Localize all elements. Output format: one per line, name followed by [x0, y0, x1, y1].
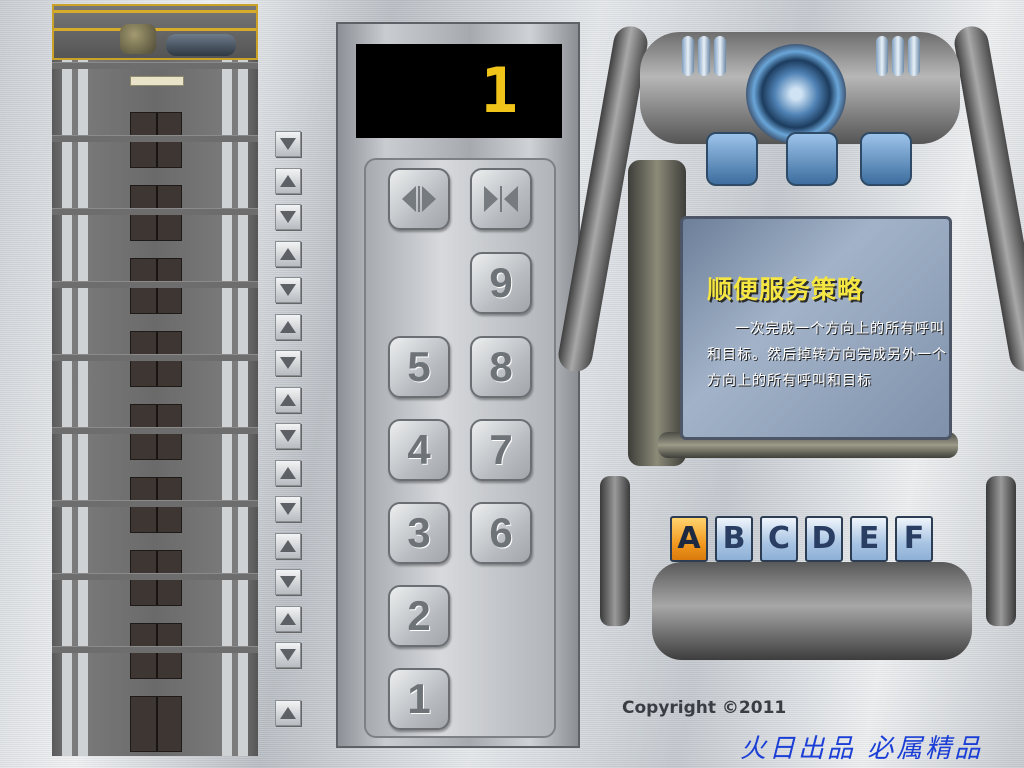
strategy-title: 顺便服务策略 [707, 275, 864, 304]
machine-body [652, 562, 972, 660]
arrow-up-icon [280, 175, 296, 187]
strategy-button-d[interactable]: D [805, 516, 843, 562]
arrow-down-icon [280, 503, 296, 515]
door-open-button[interactable] [388, 168, 450, 230]
car-floor-button-6[interactable]: 6 [470, 502, 532, 564]
car-floor-button-7[interactable]: 7 [470, 419, 532, 481]
floor-slab [52, 646, 258, 653]
hall-call-down-floor-6[interactable] [275, 350, 301, 376]
left-tower-icon [600, 476, 630, 626]
car-operating-panel: 1 9 5 8 4 7 3 6 2 1 [336, 22, 580, 748]
arrow-down-icon [280, 357, 296, 369]
building-tower [52, 60, 258, 756]
arrow-down-icon [280, 649, 296, 661]
floor-slab [52, 500, 258, 507]
current-floor-readout: 1 [480, 54, 520, 127]
tank-icon [860, 132, 912, 186]
hall-call-down-floor-8[interactable] [275, 204, 301, 230]
arrow-up-icon [280, 321, 296, 333]
strategy-button-c[interactable]: C [760, 516, 798, 562]
hall-call-up-floor-6[interactable] [275, 314, 301, 340]
machine-room-rail [54, 10, 256, 13]
arrow-up-icon [280, 613, 296, 625]
building-nameplate [130, 76, 184, 86]
hoist-icon [166, 34, 236, 56]
cylinder-icon [682, 36, 694, 76]
floor-slab [52, 208, 258, 215]
arrow-down-icon [280, 430, 296, 442]
tank-icon [786, 132, 838, 186]
car-floor-button-1[interactable]: 1 [388, 668, 450, 730]
hall-call-down-floor-3[interactable] [275, 569, 301, 595]
right-tower-icon [986, 476, 1016, 626]
car-floor-button-8[interactable]: 8 [470, 336, 532, 398]
copyright-text: Copyright ©2011 [622, 698, 787, 718]
floor-slab [52, 62, 258, 69]
hall-call-up-floor-5[interactable] [275, 387, 301, 413]
car-floor-button-5[interactable]: 5 [388, 336, 450, 398]
door-close-button[interactable] [470, 168, 532, 230]
arrow-down-icon [280, 211, 296, 223]
landing-door-floor-1 [130, 696, 182, 752]
arrow-down-icon [280, 284, 296, 296]
floor-slab [52, 573, 258, 580]
cylinder-icon [714, 36, 726, 76]
arrow-up-icon [280, 467, 296, 479]
hall-call-down-floor-5[interactable] [275, 423, 301, 449]
arrow-up-icon [280, 540, 296, 552]
hall-call-down-floor-7[interactable] [275, 277, 301, 303]
arrow-down-icon [280, 576, 296, 588]
strategy-description: 一次完成一个方向上的所有呼叫和目标。然后掉转方向完成另外一个方向上的所有呼叫和目… [707, 321, 947, 389]
strategy-button-a[interactable]: A [670, 516, 708, 562]
hall-call-down-floor-9[interactable] [275, 131, 301, 157]
arrow-up-icon [280, 707, 296, 719]
hall-call-down-floor-2[interactable] [275, 642, 301, 668]
strategy-button-b[interactable]: B [715, 516, 753, 562]
building-shaft [52, 0, 258, 756]
cylinder-icon [892, 36, 904, 76]
car-floor-button-4[interactable]: 4 [388, 419, 450, 481]
dial-icon [746, 44, 846, 144]
car-floor-button-2[interactable]: 2 [388, 585, 450, 647]
bottom-machine-decoration [600, 470, 1016, 670]
cylinder-icon [698, 36, 710, 76]
hall-call-down-floor-4[interactable] [275, 496, 301, 522]
arrow-down-icon [280, 138, 296, 150]
motor-icon [120, 24, 156, 54]
floor-display: 1 [356, 44, 562, 138]
pipe-decoration [628, 160, 686, 466]
floor-slab [52, 135, 258, 142]
door-open-icon [402, 186, 436, 212]
hall-call-up-floor-1[interactable] [275, 700, 301, 726]
tank-icon [706, 132, 758, 186]
hall-call-up-floor-4[interactable] [275, 460, 301, 486]
hall-call-up-floor-3[interactable] [275, 533, 301, 559]
signature-text: 火日出品 必属精品 [740, 734, 984, 764]
cylinder-icon [876, 36, 888, 76]
machine-room [52, 4, 258, 60]
cylinder-icon [908, 36, 920, 76]
hall-call-up-floor-7[interactable] [275, 241, 301, 267]
floor-slab [52, 354, 258, 361]
car-floor-button-3[interactable]: 3 [388, 502, 450, 564]
strategy-button-f[interactable]: F [895, 516, 933, 562]
floor-slab [52, 427, 258, 434]
hall-call-up-floor-8[interactable] [275, 168, 301, 194]
arrow-up-icon [280, 248, 296, 260]
car-floor-button-9[interactable]: 9 [470, 252, 532, 314]
hall-call-up-floor-2[interactable] [275, 606, 301, 632]
strategy-button-e[interactable]: E [850, 516, 888, 562]
car-keypad: 9 5 8 4 7 3 6 2 1 [364, 158, 556, 738]
floor-slab [52, 281, 258, 288]
door-close-icon [484, 186, 518, 212]
arrow-up-icon [280, 394, 296, 406]
